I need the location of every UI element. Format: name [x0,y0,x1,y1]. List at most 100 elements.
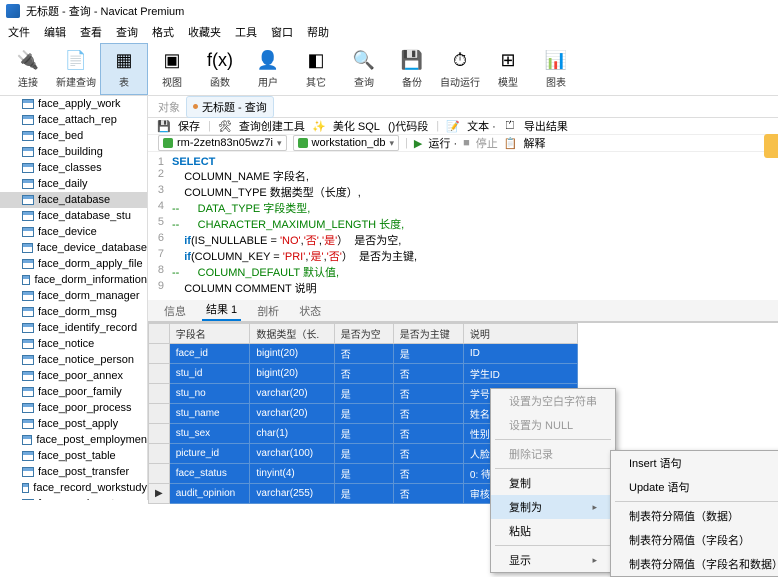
menu-帮助[interactable]: 帮助 [307,24,329,40]
toolbar-函数[interactable]: f(x)函数 [196,43,244,95]
ctx-delete[interactable]: 删除记录 [491,442,615,466]
menu-编辑[interactable]: 编辑 [44,24,66,40]
menu-文件[interactable]: 文件 [8,24,30,40]
ctx-tab-field[interactable]: 制表符分隔值（字段名） [611,528,778,552]
cell[interactable]: 是 [334,444,393,464]
cell[interactable]: varchar(100) [250,444,334,464]
cell[interactable]: 否 [393,424,463,444]
row-marker[interactable] [149,344,170,364]
sidebar-item[interactable]: face_building [0,144,147,160]
sidebar-item[interactable]: face_dorm_manager [0,288,147,304]
menu-工具[interactable]: 工具 [235,24,257,40]
sql-editor[interactable]: 1SELECT2 COLUMN_NAME 字段名,3 COLUMN_TYPE 数… [148,152,778,300]
ctx-show[interactable]: 显示▸ [491,548,615,572]
cell[interactable]: 否 [393,364,463,384]
ctx-insert-stmt[interactable]: Insert 语句 [611,451,778,475]
cell[interactable]: 是 [334,484,393,504]
row-marker[interactable]: ▶ [149,484,170,504]
col-header[interactable]: 说明 [463,324,577,344]
col-header[interactable]: 数据类型（长. [250,324,334,344]
cell[interactable]: bigint(20) [250,364,334,384]
toolbar-模型[interactable]: ⊞模型 [484,43,532,95]
cell[interactable]: 是 [393,344,463,364]
cell[interactable]: 学生ID [463,364,577,384]
cell[interactable]: picture_id [169,444,250,464]
sidebar-item[interactable]: face_identify_record [0,320,147,336]
text-button[interactable]: 文本 · [467,118,496,134]
cell[interactable]: tinyint(4) [250,464,334,484]
tab-query[interactable]: 无标题 - 查询 [186,96,274,118]
tab-analyze[interactable]: 剖析 [253,299,283,321]
explain-button[interactable]: 解释 [523,135,545,151]
cell[interactable]: 是 [334,404,393,424]
tab-info[interactable]: 信息 [160,299,190,321]
menu-格式[interactable]: 格式 [152,24,174,40]
cell[interactable]: 否 [393,384,463,404]
ctx-copy-as[interactable]: 复制为▸ [491,495,615,519]
toolbar-表[interactable]: ▦表 [100,43,148,95]
tab-status[interactable]: 状态 [295,299,325,321]
save-button[interactable]: 保存 [178,118,200,134]
col-header[interactable]: 字段名 [169,324,250,344]
sidebar-item[interactable]: face_notice_person [0,352,147,368]
ctx-update-stmt[interactable]: Update 语句 [611,475,778,499]
cell[interactable]: audit_opinion [169,484,250,504]
cell[interactable]: stu_sex [169,424,250,444]
toolbar-其它[interactable]: ◧其它 [292,43,340,95]
sidebar-item[interactable]: face_poor_family [0,384,147,400]
col-header[interactable]: 是否为主键 [393,324,463,344]
sidebar-item[interactable]: face_daily [0,176,147,192]
sidebar-item[interactable]: face_attach_rep [0,112,147,128]
cell[interactable]: 否 [334,364,393,384]
sidebar-item[interactable]: face_apply_work [0,96,147,112]
cell[interactable]: 是 [334,424,393,444]
toolbar-连接[interactable]: 🔌连接 [4,43,52,95]
sidebar-item[interactable]: face_post_apply [0,416,147,432]
toolbar-图表[interactable]: 📊图表 [532,43,580,95]
sidebar-item[interactable]: face_poor_process [0,400,147,416]
row-marker[interactable] [149,444,170,464]
server-combo[interactable]: rm-2zetn83n05wz7i ▾ [158,135,287,151]
row-marker[interactable] [149,404,170,424]
query-tools-button[interactable]: 查询创建工具 [239,118,305,134]
row-marker[interactable] [149,424,170,444]
database-combo[interactable]: workstation_db ▾ [293,135,400,151]
cell[interactable]: 否 [393,404,463,424]
sidebar-item[interactable]: face_post_transfer [0,464,147,480]
cell[interactable]: stu_id [169,364,250,384]
sidebar-item[interactable]: face_poor_annex [0,368,147,384]
cell[interactable]: 是 [334,464,393,484]
cell[interactable]: 否 [393,464,463,484]
sidebar-item[interactable]: face_dorm_apply_file [0,256,147,272]
tab-result[interactable]: 结果 1 [202,297,241,321]
beautify-button[interactable]: 美化 SQL [333,118,380,134]
row-marker[interactable] [149,384,170,404]
export-button[interactable]: 导出结果 [524,118,568,134]
cell[interactable]: face_status [169,464,250,484]
toolbar-新建查询[interactable]: 📄新建查询 [52,43,100,95]
cell[interactable]: varchar(20) [250,384,334,404]
cell[interactable]: face_id [169,344,250,364]
sidebar-item[interactable]: face_post_employmen [0,432,147,448]
stop-button[interactable]: 停止 [476,135,498,151]
ctx-set-blank[interactable]: 设置为空白字符串 [491,389,615,413]
sidebar-item[interactable]: face_dorm_information [0,272,147,288]
toolbar-备份[interactable]: 💾备份 [388,43,436,95]
row-marker[interactable] [149,464,170,484]
sidebar-item[interactable]: face_bed [0,128,147,144]
cell[interactable]: 否 [334,344,393,364]
ctx-copy[interactable]: 复制 [491,471,615,495]
toolbar-自动运行[interactable]: ⏱自动运行 [436,43,484,95]
sidebar-item[interactable]: face_repair_note [0,496,147,500]
sidebar-item[interactable]: face_device_database [0,240,147,256]
toolbar-查询[interactable]: 🔍查询 [340,43,388,95]
cell[interactable]: stu_no [169,384,250,404]
cell[interactable]: char(1) [250,424,334,444]
cell[interactable]: bigint(20) [250,344,334,364]
snippet-button[interactable]: ()代码段 [388,118,428,134]
toolbar-用户[interactable]: 👤用户 [244,43,292,95]
cell[interactable]: 否 [393,444,463,464]
tab-objects[interactable]: 对象 [158,99,180,115]
cell[interactable]: 否 [393,484,463,504]
ctx-tab-data[interactable]: 制表符分隔值（数据） [611,504,778,528]
